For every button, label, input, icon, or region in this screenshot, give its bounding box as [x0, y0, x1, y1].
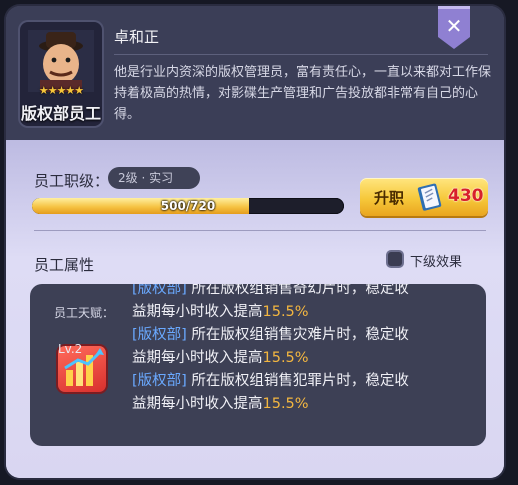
talent-item-line: [版权部] 所在版权组销售灾难片时，稳定收 [132, 324, 472, 347]
talent-text: 益期每小时收入提高 [132, 396, 263, 412]
talent-item-line: [版权部] 所在版权组销售奇幻片时，稳定收 [132, 284, 472, 301]
talent-level: Lv.2 [58, 342, 83, 356]
talent-item-line: [版权部] 所在版权组销售犯罪片时，稳定收 [132, 370, 472, 393]
talent-percent: 15.5% [262, 396, 309, 412]
book-icon [417, 183, 442, 211]
employee-description: 他是行业内资深的版权管理员，富有责任心，一直以来都对工作保持着极高的热情，对影碟… [114, 65, 492, 122]
attributes-title: 员工属性 [34, 256, 95, 274]
star-rating: ★★★★★ [38, 84, 84, 97]
section-divider [34, 230, 486, 231]
promote-cost: 430 [448, 186, 484, 206]
talent-label: 员工天赋： [54, 306, 115, 320]
talent-list: [版权部] 所在版权组销售奇幻片时，稳定收 益期每小时收入提高15.5% [版权… [132, 284, 472, 416]
sub-effect-checkbox[interactable] [388, 252, 402, 266]
header-divider [114, 54, 488, 55]
level-badge: 2级 · 实习 [108, 167, 200, 189]
close-icon: ✕ [445, 14, 463, 38]
employee-stats-section: 员工职级： 2级 · 实习 500/720 升职 430 员工属性 下级效果 员… [6, 140, 504, 478]
portrait-label: 版权部员工 [20, 104, 101, 123]
talent-item-line: 益期每小时收入提高15.5% [132, 393, 472, 416]
promote-label: 升职 [374, 189, 405, 207]
level-label: 员工职级： [34, 172, 110, 190]
talent-tag: [版权部] [132, 327, 187, 343]
talent-box[interactable]: 员工天赋： Lv.2 [版权部] 所在版权组销售奇幻片时，稳定收 益期每小时收入… [30, 284, 486, 446]
xp-progress-bar: 500/720 [32, 198, 344, 214]
talent-percent: 15.5% [262, 304, 309, 320]
employee-detail-panel: ★★★★★ 版权部员工 卓和正 他是行业内资深的版权管理员，富有责任心，一直以来… [6, 6, 504, 478]
talent-item-line: 益期每小时收入提高15.5% [132, 347, 472, 370]
talent-percent: 15.5% [262, 350, 309, 366]
sub-effect-label: 下级效果 [410, 255, 463, 270]
talent-text: 益期每小时收入提高 [132, 304, 263, 320]
xp-progress-text: 500/720 [160, 199, 216, 213]
employee-portrait: ★★★★★ 版权部员工 [20, 22, 102, 126]
employee-name: 卓和正 [114, 28, 160, 46]
talent-tag: [版权部] [132, 284, 187, 297]
talent-text: 所在版权组销售灾难片时，稳定收 [186, 327, 409, 343]
close-button[interactable]: ✕ [438, 6, 470, 49]
talent-text: 所在版权组销售奇幻片时，稳定收 [186, 284, 409, 297]
talent-text: 益期每小时收入提高 [132, 350, 263, 366]
employee-header: ★★★★★ 版权部员工 卓和正 他是行业内资深的版权管理员，富有责任心，一直以来… [6, 6, 504, 140]
talent-tag: [版权部] [132, 373, 187, 389]
avatar [28, 30, 94, 92]
talent-item-line: 益期每小时收入提高15.5% [132, 301, 472, 324]
talent-text: 所在版权组销售犯罪片时，稳定收 [186, 373, 409, 389]
promote-button[interactable]: 升职 430 [360, 178, 488, 216]
